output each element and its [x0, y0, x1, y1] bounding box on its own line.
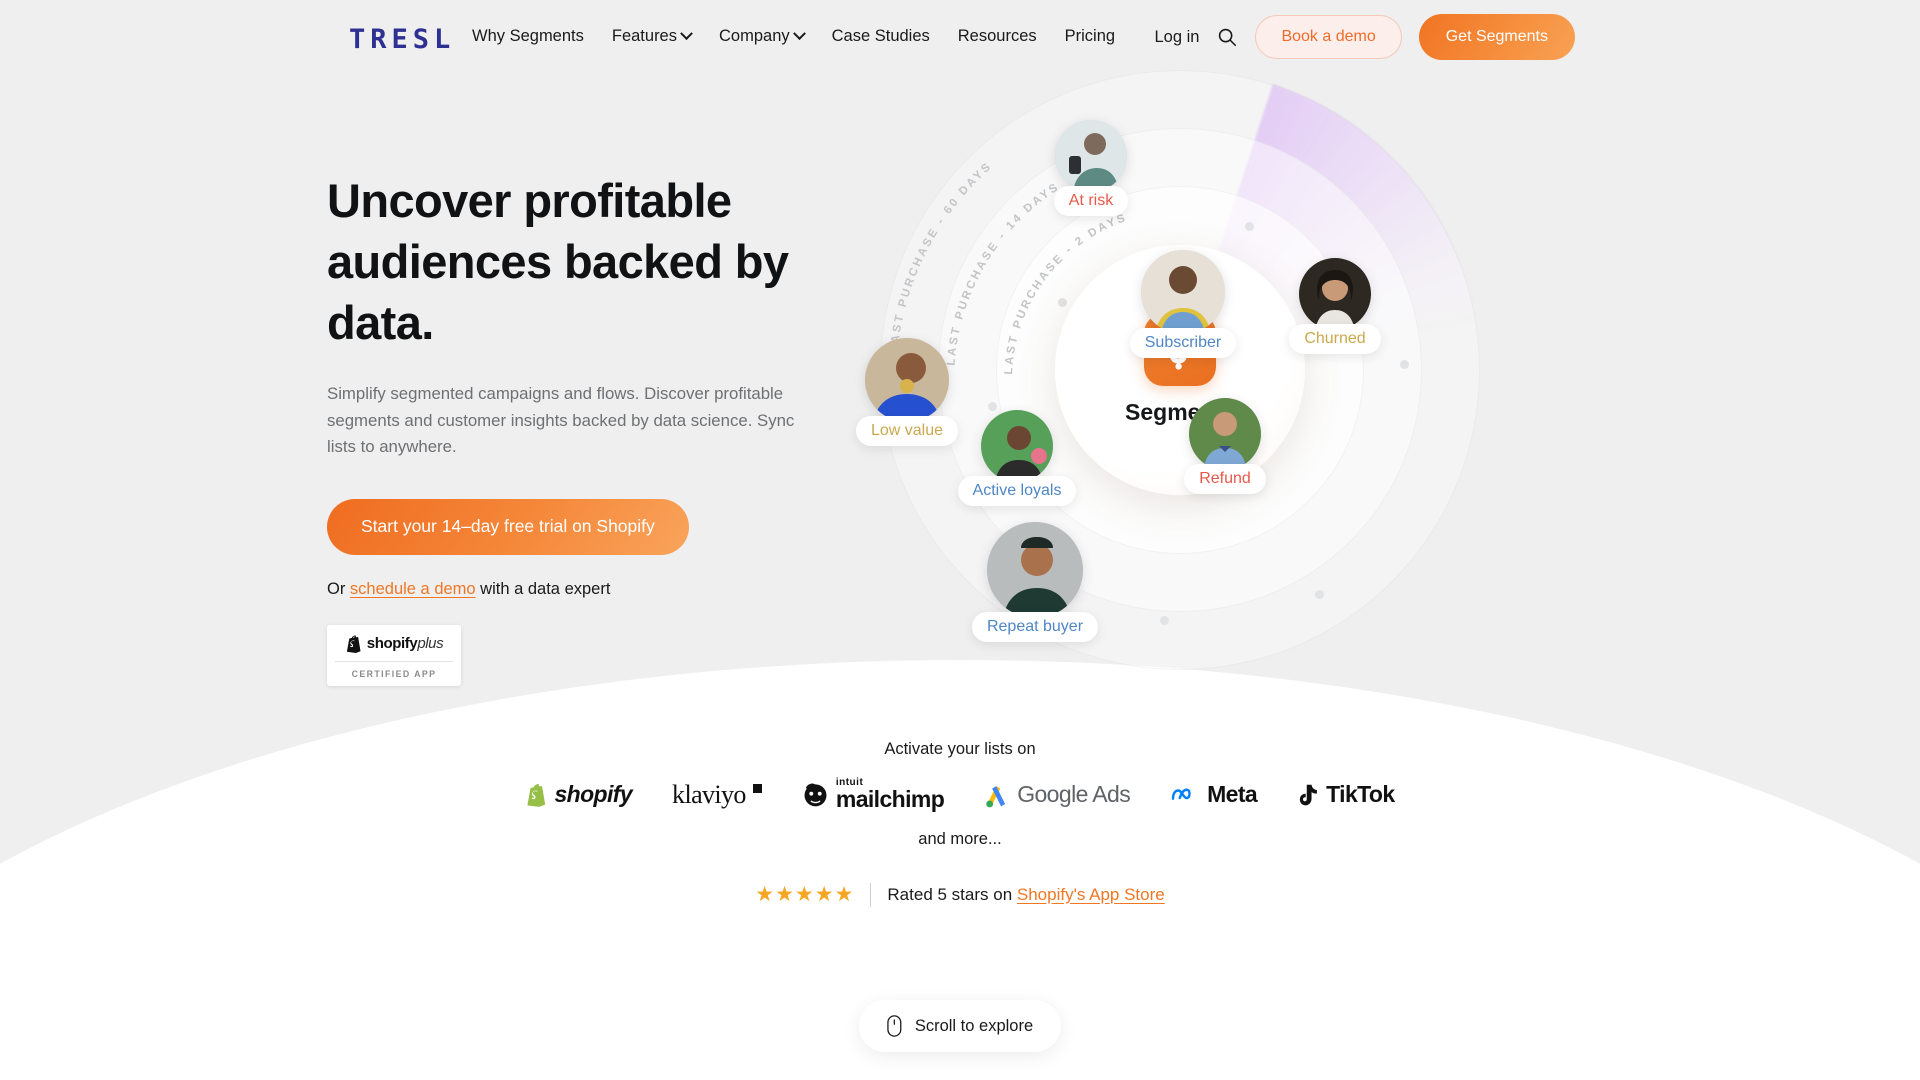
- avatar: [987, 522, 1083, 618]
- partner-name: klaviyo: [672, 779, 746, 809]
- badge-shopify-text: shopify: [366, 634, 418, 652]
- partner-meta: Meta: [1170, 781, 1258, 808]
- schedule-demo-suffix: with a data expert: [475, 579, 611, 598]
- node-active-loyals[interactable]: Active loyals: [952, 410, 1082, 506]
- orbit-dot: [1315, 590, 1324, 599]
- mailchimp-monkey-icon: [804, 783, 827, 807]
- badge-plus-text: plus: [417, 634, 444, 652]
- search-icon[interactable]: [1216, 26, 1238, 48]
- avatar: [1299, 258, 1371, 330]
- google-ads-icon: [986, 785, 1006, 807]
- nav-link-label: Pricing: [1064, 27, 1116, 45]
- node-churned[interactable]: Churned: [1280, 258, 1390, 354]
- node-label: Active loyals: [957, 476, 1077, 506]
- schedule-demo-line: Or schedule a demo with a data expert: [327, 580, 847, 599]
- star-rating-icon: ★★★★★: [755, 883, 855, 906]
- hero-content: Uncover profitable audiences backed by d…: [327, 170, 847, 686]
- node-label: Subscriber: [1129, 328, 1237, 358]
- nav-link-case-studies[interactable]: Case Studies: [832, 27, 930, 46]
- node-repeat-buyer[interactable]: Repeat buyer: [960, 522, 1110, 642]
- schedule-a-demo-link[interactable]: schedule a demo: [350, 580, 476, 598]
- node-label: At risk: [1053, 186, 1129, 216]
- node-label: Refund: [1184, 464, 1266, 494]
- shopify-app-store-link[interactable]: Shopify's App Store: [1017, 885, 1165, 904]
- partner-klaviyo: klaviyo: [672, 780, 762, 810]
- tiktok-icon: [1300, 784, 1318, 805]
- scroll-label: Scroll to explore: [914, 1016, 1034, 1035]
- avatar: [1141, 250, 1225, 334]
- node-label: Repeat buyer: [971, 612, 1099, 642]
- nav-links: Why Segments Features Company Case Studi…: [472, 27, 1115, 46]
- node-subscriber[interactable]: Subscriber: [1118, 250, 1248, 358]
- page-title: Uncover profitable audiences backed by d…: [327, 174, 789, 349]
- partner-name: mailchimp: [835, 786, 945, 812]
- top-navigation-bar: TRESL Why Segments Features Company Case…: [0, 0, 1920, 78]
- get-segments-button[interactable]: Get Segments: [1418, 14, 1575, 60]
- badge-brand-text: shopifyplus: [366, 634, 444, 652]
- login-link[interactable]: Log in: [1154, 28, 1199, 47]
- partners-more-text: and more...: [918, 830, 1002, 848]
- partner-logos: shopify klaviyo intuit mailchimp Google …: [0, 778, 1920, 811]
- partner-tiktok: TikTok: [1297, 781, 1395, 808]
- orbit-dot: [1160, 616, 1169, 625]
- shopify-bag-icon: [527, 784, 546, 807]
- rating-prefix: Rated 5 stars on: [887, 884, 1017, 904]
- tresl-logo[interactable]: TRESL: [349, 24, 455, 55]
- partner-name: Google Ads: [1017, 781, 1131, 807]
- node-refund[interactable]: Refund: [1170, 398, 1280, 494]
- avatar: [865, 338, 949, 422]
- badge-top-row: shopifyplus: [335, 634, 453, 662]
- orbit-dot: [1400, 360, 1409, 369]
- chevron-down-icon: [792, 27, 806, 41]
- orbit-dot: [1058, 298, 1067, 307]
- partner-google-ads: Google Ads: [984, 781, 1131, 808]
- nav-link-label: Why Segments: [472, 27, 584, 45]
- meta-icon: [1171, 788, 1191, 800]
- node-at-risk[interactable]: At risk: [1036, 120, 1146, 216]
- chevron-down-icon: [680, 27, 693, 41]
- rating-text: Rated 5 stars on Shopify's App Store: [887, 885, 1164, 905]
- rating-row: ★★★★★ Rated 5 stars on Shopify's App Sto…: [0, 882, 1920, 907]
- partner-mailchimp: intuit mailchimp: [802, 778, 945, 812]
- node-label: Churned: [1289, 324, 1381, 354]
- scroll-to-explore-button[interactable]: Scroll to explore: [858, 1000, 1062, 1052]
- avatar: [981, 410, 1053, 482]
- nav-link-resources[interactable]: Resources: [958, 27, 1037, 46]
- orbit-dot: [1245, 222, 1254, 231]
- nav-actions: Log in Book a demo Get Segments: [1154, 14, 1575, 60]
- avatar: [1055, 120, 1127, 192]
- mouse-icon: [887, 1015, 902, 1037]
- start-free-trial-button[interactable]: Start your 14–day free trial on Shopify: [327, 498, 689, 555]
- divider: [870, 882, 872, 907]
- nav-link-features[interactable]: Features: [611, 27, 693, 46]
- klaviyo-icon: [752, 784, 762, 793]
- landing-page: TRESL Why Segments Features Company Case…: [0, 0, 1920, 1080]
- badge-certified-label: CERTIFIED APP: [351, 668, 437, 679]
- partners-heading: Activate your lists on: [884, 740, 1036, 758]
- nav-link-label: Features: [611, 27, 677, 45]
- nav-link-label: Company: [719, 27, 790, 45]
- partner-shopify: shopify: [525, 781, 633, 808]
- segments-orbit-graphic: LAST PURCHASE - 60 DAYS LAST PURCHASE - …: [855, 60, 1660, 720]
- partner-name: TikTok: [1326, 781, 1395, 807]
- nav-link-why-segments[interactable]: Why Segments: [472, 27, 584, 46]
- partner-name: shopify: [554, 781, 633, 807]
- shopify-plus-certified-badge: shopifyplus CERTIFIED APP: [327, 624, 461, 686]
- nav-link-label: Resources: [957, 27, 1037, 45]
- hero-subcopy: Simplify segmented campaigns and flows. …: [327, 384, 795, 456]
- shopify-bag-icon: [346, 635, 361, 653]
- partner-name: Meta: [1207, 781, 1258, 807]
- schedule-demo-prefix: Or: [327, 579, 350, 598]
- nav-link-pricing[interactable]: Pricing: [1065, 27, 1115, 46]
- node-label: Low value: [855, 416, 959, 446]
- avatar: [1189, 398, 1261, 470]
- book-a-demo-button[interactable]: Book a demo: [1255, 15, 1402, 59]
- nav-link-label: Case Studies: [831, 27, 930, 45]
- nav-link-company[interactable]: Company: [719, 27, 806, 46]
